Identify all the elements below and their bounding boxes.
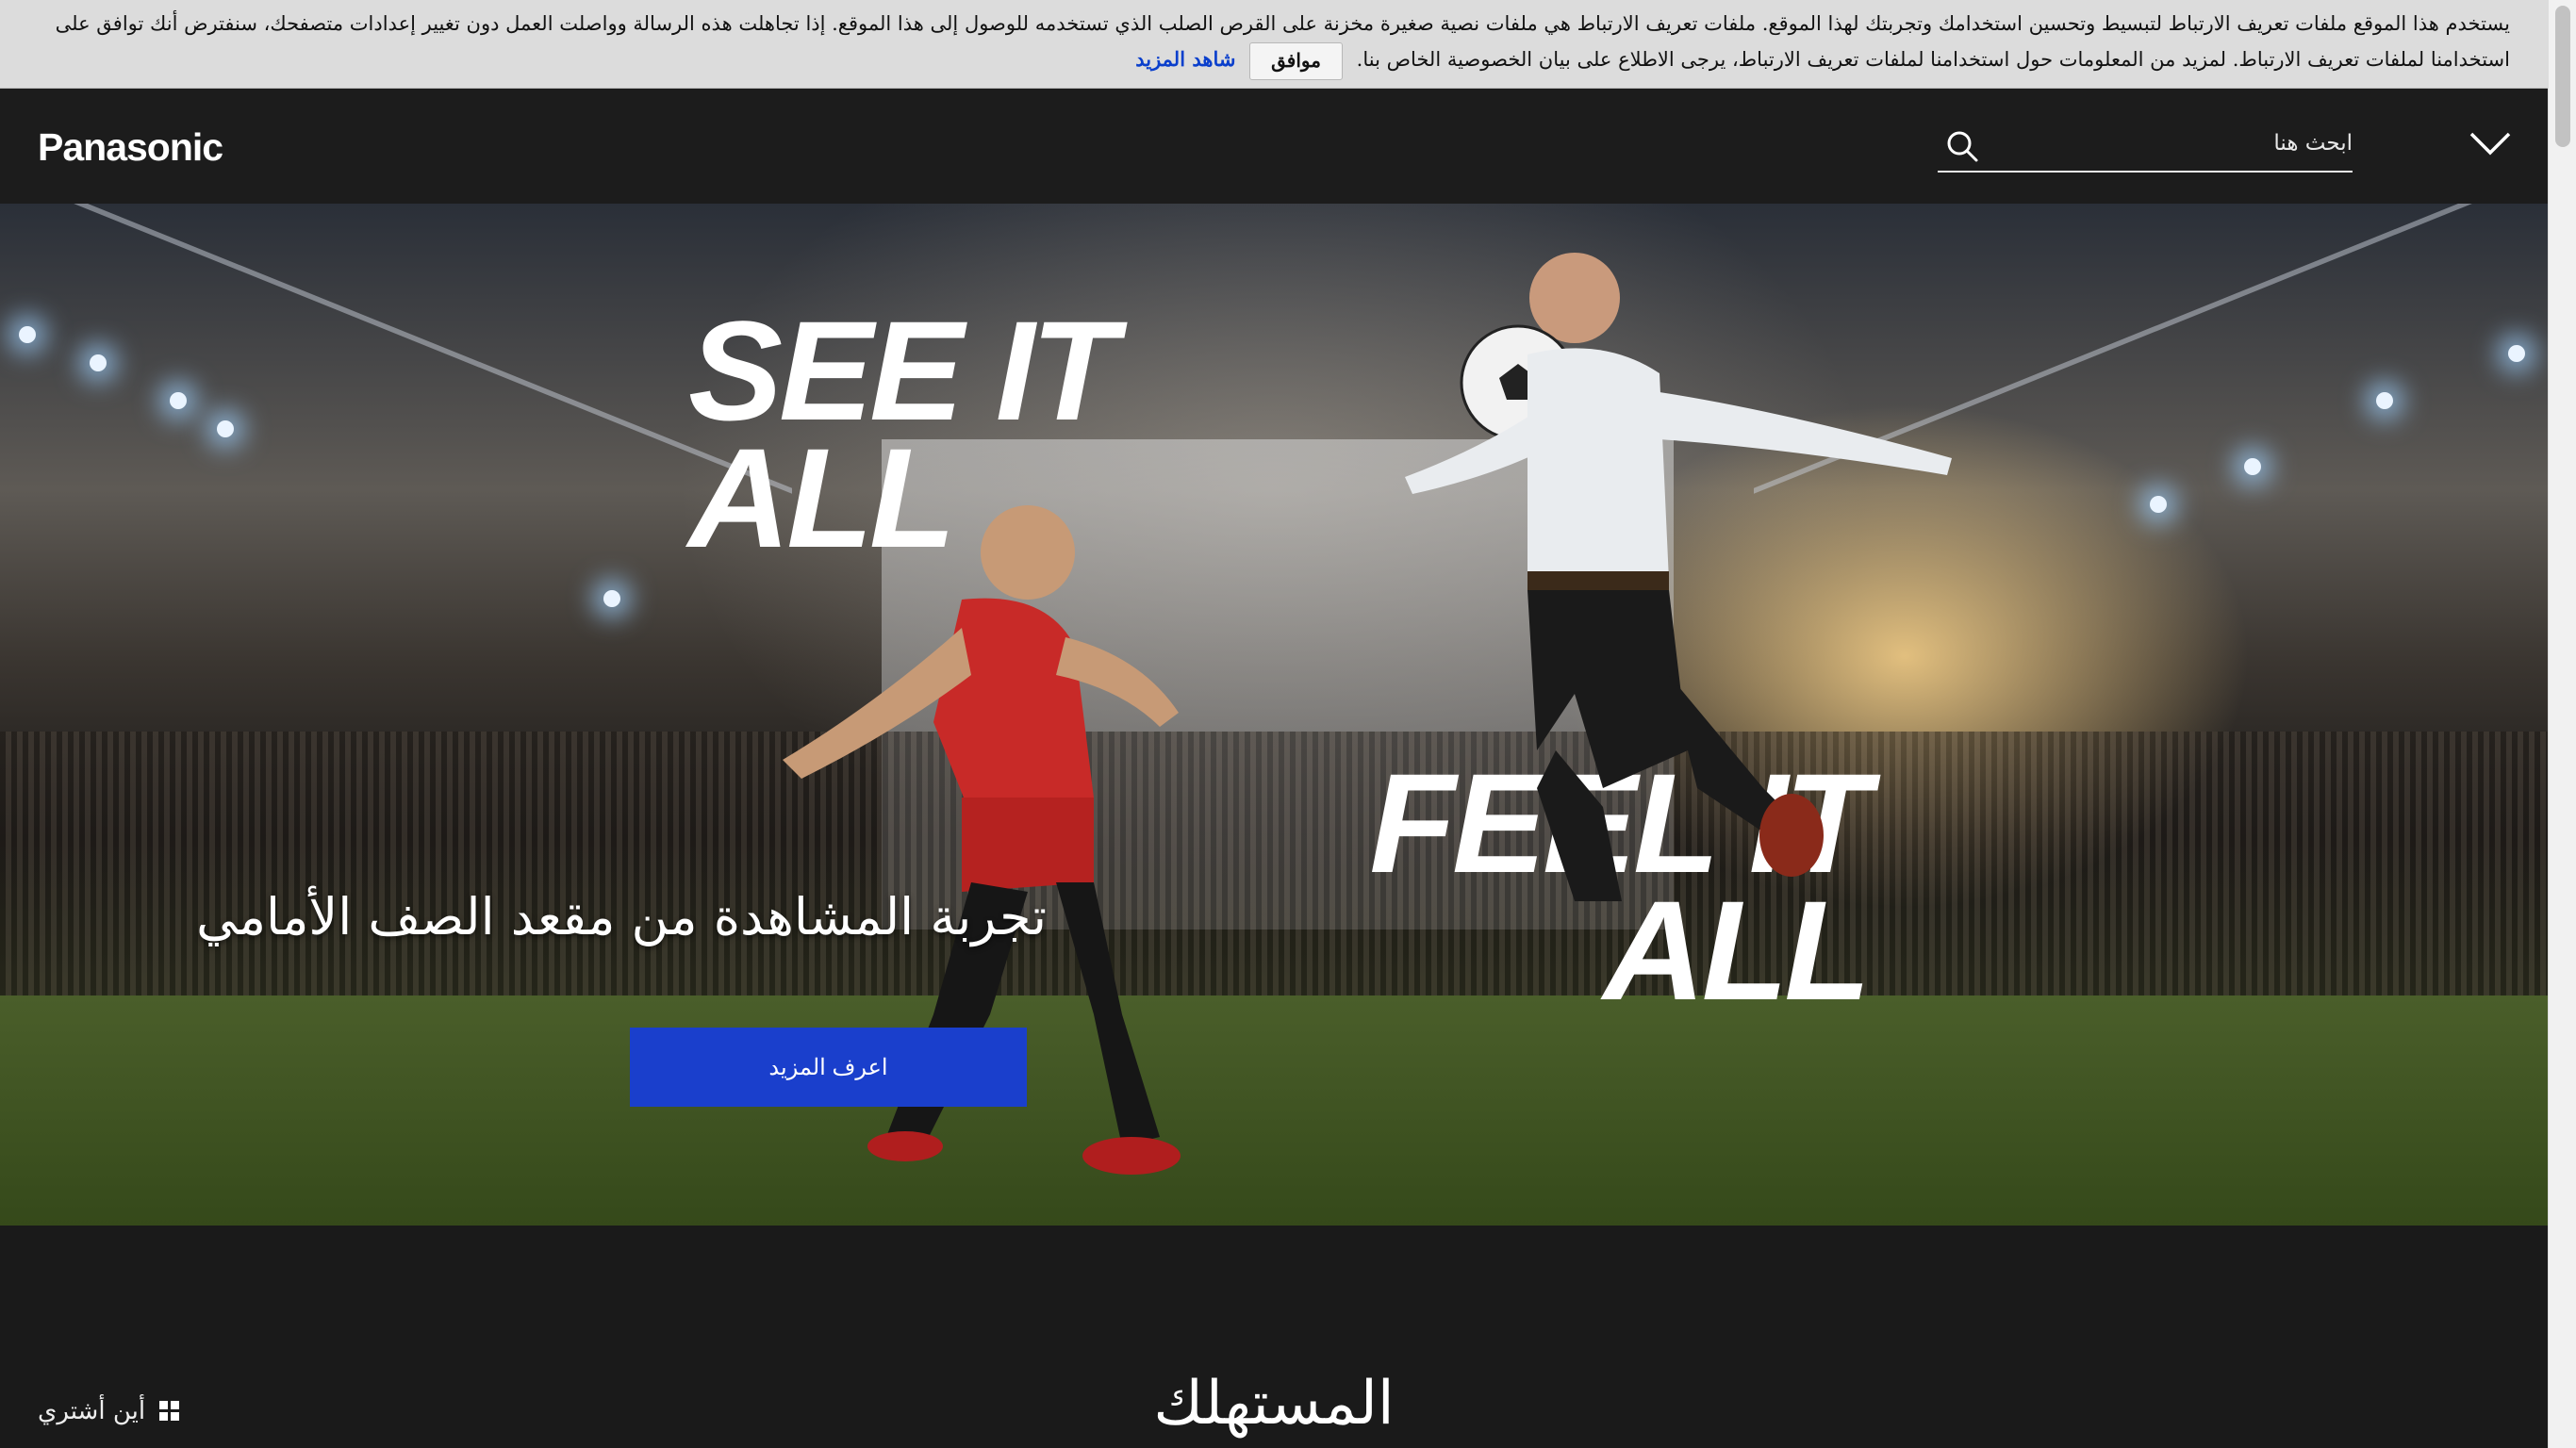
- hero-banner: SEE IT ALL FEEL IT ALL تجربة المشاهدة من…: [0, 204, 2548, 1226]
- floodlight: [217, 420, 234, 437]
- floodlight: [2150, 496, 2167, 513]
- hero-headline: تجربة المشاهدة من مقعد الصف الأمامي: [196, 887, 1047, 946]
- search-placeholder: ابحث هنا: [2273, 131, 2353, 156]
- cookie-accept-button[interactable]: موافق: [1249, 41, 1343, 80]
- floodlight: [19, 326, 36, 343]
- page-scrollbar[interactable]: [2548, 0, 2576, 1448]
- cookie-banner: يستخدم هذا الموقع ملفات تعريف الارتباط ل…: [0, 0, 2548, 89]
- cookie-see-more-link[interactable]: شاهد المزيد: [1135, 47, 1235, 71]
- floodlight: [170, 392, 187, 409]
- grid-icon: [159, 1401, 180, 1421]
- search-icon[interactable]: [1945, 129, 1979, 163]
- scrollbar-thumb[interactable]: [2555, 6, 2570, 147]
- floodlight: [2244, 458, 2261, 475]
- stadium-stands: [0, 732, 2548, 1033]
- floodlight: [90, 354, 107, 371]
- chevron-down-icon[interactable]: [2469, 129, 2512, 157]
- football-pitch: [0, 996, 2548, 1226]
- floodlight: [2508, 345, 2525, 362]
- floodlight: [603, 590, 620, 607]
- panasonic-logo[interactable]: Panasonic: [38, 125, 223, 170]
- white-player-image: [1405, 253, 1952, 901]
- where-to-buy-link[interactable]: أين أشتري: [38, 1397, 181, 1425]
- red-player-image: [783, 505, 1181, 1175]
- section-title: المستهلك: [1153, 1369, 1395, 1439]
- site-header: Panasonic ابحث هنا: [0, 90, 2548, 204]
- where-to-buy-label: أين أشتري: [38, 1397, 146, 1425]
- floodlight: [2376, 392, 2393, 409]
- search-input[interactable]: ابحث هنا: [1938, 123, 2353, 173]
- learn-more-button[interactable]: اعرف المزيد: [630, 1028, 1027, 1107]
